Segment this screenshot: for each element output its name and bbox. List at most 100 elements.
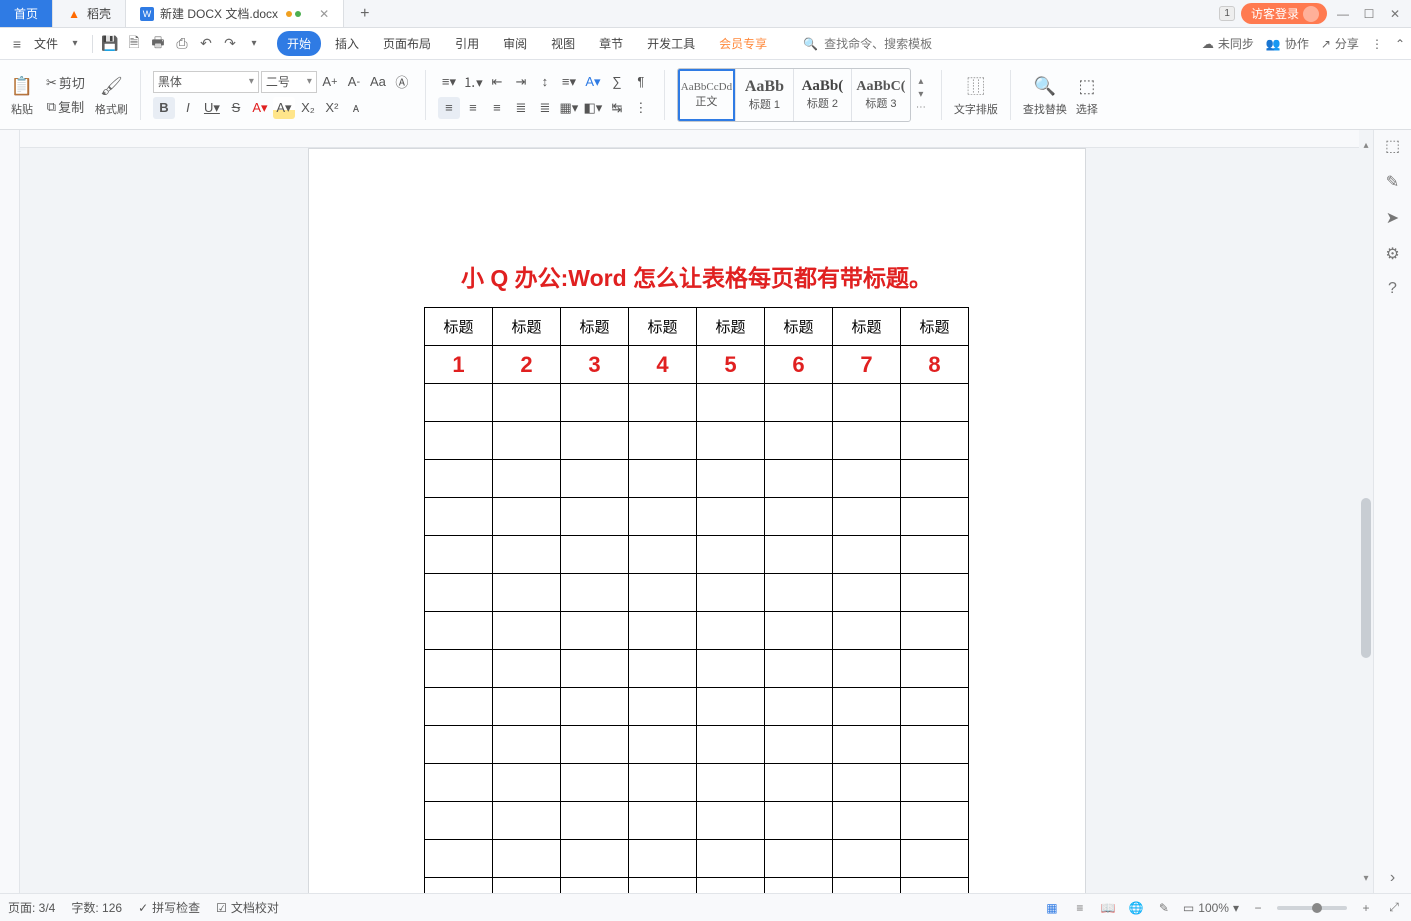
table-cell[interactable]	[561, 688, 629, 726]
table-cell[interactable]	[765, 574, 833, 612]
table-cell[interactable]	[629, 460, 697, 498]
table-cell[interactable]	[629, 650, 697, 688]
table-cell[interactable]	[833, 384, 901, 422]
proofing-status[interactable]: ☑文档校对	[216, 899, 279, 916]
collab-button[interactable]: 👥协作	[1266, 35, 1309, 52]
highlight-button[interactable]: A▾	[273, 97, 295, 119]
qat-dropdown-icon[interactable]: ▾	[243, 33, 265, 55]
table-cell[interactable]	[901, 498, 969, 536]
table-cell[interactable]	[901, 802, 969, 840]
window-close-button[interactable]: ✕	[1385, 4, 1405, 24]
table-cell[interactable]	[833, 802, 901, 840]
table-cell[interactable]	[561, 878, 629, 894]
line-spacing-button[interactable]: ≡▾	[558, 71, 580, 93]
table-cell[interactable]	[561, 498, 629, 536]
table-cell[interactable]	[833, 650, 901, 688]
table-cell[interactable]	[901, 460, 969, 498]
guest-login-button[interactable]: 访客登录	[1241, 3, 1327, 24]
table-cell[interactable]	[425, 612, 493, 650]
sync-status[interactable]: ☁未同步	[1202, 35, 1254, 52]
table-cell[interactable]	[833, 688, 901, 726]
table-cell[interactable]	[561, 802, 629, 840]
table-cell[interactable]	[629, 878, 697, 894]
window-min-button[interactable]: —	[1333, 4, 1353, 24]
numbering-button[interactable]: ⒈▾	[462, 71, 484, 93]
table-cell[interactable]	[765, 384, 833, 422]
pen-icon[interactable]: ✎	[1386, 172, 1399, 192]
collapse-ribbon-icon[interactable]: ⌃	[1395, 37, 1405, 51]
file-dropdown-icon[interactable]: ▾	[64, 33, 86, 55]
table-cell[interactable]	[561, 840, 629, 878]
table-cell[interactable]	[425, 460, 493, 498]
table-cell[interactable]	[833, 612, 901, 650]
paste-group[interactable]: 📋 粘贴	[8, 72, 36, 117]
table-cell[interactable]	[425, 422, 493, 460]
zoom-out-icon[interactable]: −	[1249, 899, 1267, 917]
table-cell[interactable]	[493, 384, 561, 422]
table-cell[interactable]	[765, 460, 833, 498]
view-focus-icon[interactable]: ✎	[1155, 899, 1173, 917]
table-cell[interactable]	[901, 574, 969, 612]
table-cell[interactable]	[561, 384, 629, 422]
table-cell[interactable]	[493, 536, 561, 574]
table-cell[interactable]	[697, 802, 765, 840]
table-cell[interactable]	[629, 688, 697, 726]
table-cell[interactable]	[493, 612, 561, 650]
table-cell[interactable]	[901, 726, 969, 764]
font-size-dropdown[interactable]: 二号▾	[261, 71, 317, 93]
word-count[interactable]: 字数: 126	[71, 899, 122, 916]
tab-member[interactable]: 会员专享	[709, 31, 777, 56]
document-page[interactable]: 小 Q 办公:Word 怎么让表格每页都有带标题。 标题标题标题标题标题标题标题…	[308, 148, 1086, 893]
table-cell[interactable]	[697, 650, 765, 688]
show-marks-button[interactable]: ¶	[630, 71, 652, 93]
table-cell[interactable]	[833, 422, 901, 460]
style-h3[interactable]: AaBbC(标题 3	[852, 69, 910, 121]
table-cell[interactable]	[901, 536, 969, 574]
superscript-button[interactable]: X²	[321, 97, 343, 119]
collapse-rail-icon[interactable]: ›	[1390, 869, 1395, 887]
table-cell[interactable]	[697, 384, 765, 422]
print-icon[interactable]: 🖶	[147, 33, 169, 55]
borders-button[interactable]: ▦▾	[558, 97, 580, 119]
table-cell[interactable]	[833, 726, 901, 764]
table-cell[interactable]	[493, 422, 561, 460]
view-read-icon[interactable]: 📖	[1099, 899, 1117, 917]
table-cell[interactable]	[425, 688, 493, 726]
table-cell[interactable]	[561, 422, 629, 460]
table-cell[interactable]	[629, 764, 697, 802]
table-cell[interactable]	[765, 764, 833, 802]
tab-dev[interactable]: 开发工具	[637, 31, 705, 56]
settings-icon[interactable]: ⚙	[1385, 244, 1399, 264]
table-cell[interactable]	[901, 878, 969, 894]
phonetic-button[interactable]: ᴀ	[345, 97, 367, 119]
table-cell[interactable]	[833, 574, 901, 612]
font-name-dropdown[interactable]: 黑体▾	[153, 71, 259, 93]
table-cell[interactable]	[425, 498, 493, 536]
table-cell[interactable]	[765, 840, 833, 878]
window-max-button[interactable]: ☐	[1359, 4, 1379, 24]
save-as-icon[interactable]: 🗎	[123, 33, 145, 55]
table-cell[interactable]	[833, 764, 901, 802]
table-cell[interactable]	[561, 612, 629, 650]
tabs-button[interactable]: ↹	[606, 97, 628, 119]
view-page-icon[interactable]: ▦	[1043, 899, 1061, 917]
align-center-button[interactable]: ≡	[462, 97, 484, 119]
table-cell[interactable]	[629, 384, 697, 422]
indent-inc-button[interactable]: ⇥	[510, 71, 532, 93]
tab-layout[interactable]: 页面布局	[373, 31, 441, 56]
window-count-badge[interactable]: 1	[1219, 6, 1235, 21]
tab-start[interactable]: 开始	[277, 31, 321, 56]
table-cell[interactable]	[493, 460, 561, 498]
table-cell[interactable]	[629, 498, 697, 536]
style-normal[interactable]: AaBbCcDd正文	[678, 69, 736, 121]
table-cell[interactable]	[629, 840, 697, 878]
cursor-icon[interactable]: ➤	[1386, 208, 1399, 228]
bullets-button[interactable]: ≡▾	[438, 71, 460, 93]
table-cell[interactable]	[765, 498, 833, 536]
hamburger-icon[interactable]: ≡	[6, 33, 28, 55]
fullscreen-icon[interactable]: ⤢	[1385, 899, 1403, 917]
table-cell[interactable]	[629, 726, 697, 764]
clear-format-button[interactable]: Ⓐ	[391, 71, 413, 93]
share-button[interactable]: ↗分享	[1321, 35, 1359, 52]
page-scroll[interactable]: 小 Q 办公:Word 怎么让表格每页都有带标题。 标题标题标题标题标题标题标题…	[20, 130, 1373, 893]
